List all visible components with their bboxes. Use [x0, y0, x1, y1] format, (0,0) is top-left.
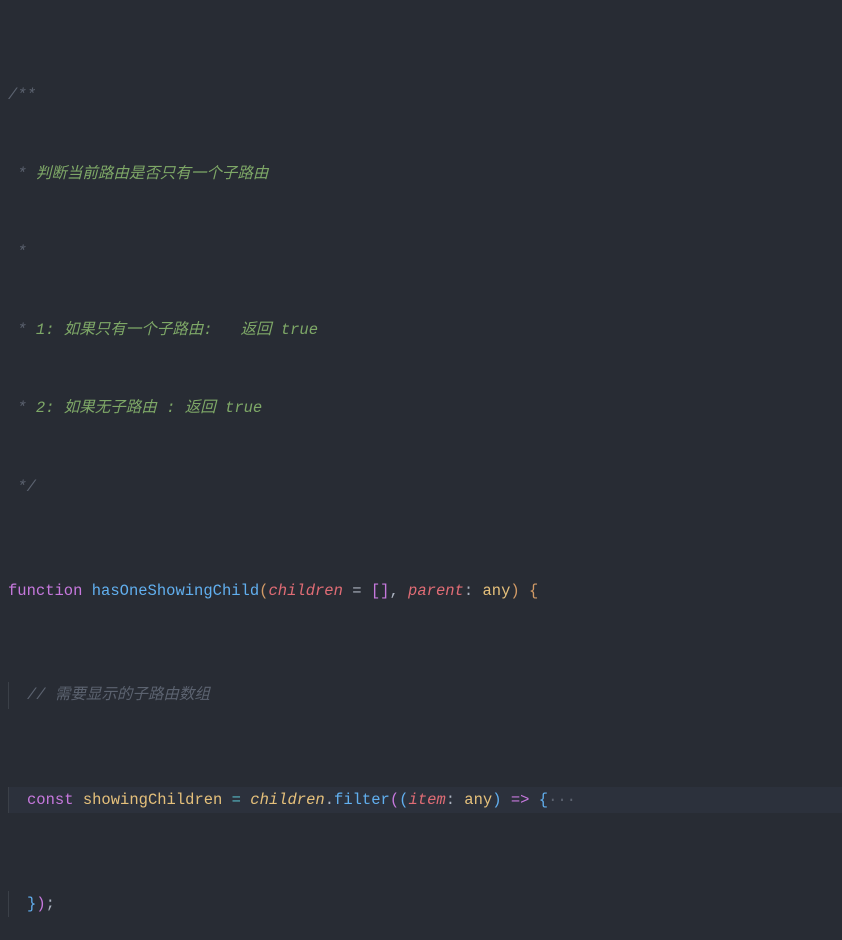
var-showingChildren: showingChildren	[83, 791, 223, 809]
fold-icon[interactable]: ···	[548, 791, 576, 809]
code-editor[interactable]: /** * 判断当前路由是否只有一个子路由 * * 1: 如果只有一个子路由: …	[0, 0, 842, 940]
doc-close: */	[8, 478, 36, 496]
showing-children-decl: const showingChildren = children.filter(…	[8, 787, 842, 813]
doc-open: /**	[8, 86, 36, 104]
doc-desc: 判断当前路由是否只有一个子路由	[36, 165, 269, 183]
function-name: hasOneShowingChild	[92, 582, 259, 600]
function-signature-line: function hasOneShowingChild(children = […	[8, 578, 842, 604]
